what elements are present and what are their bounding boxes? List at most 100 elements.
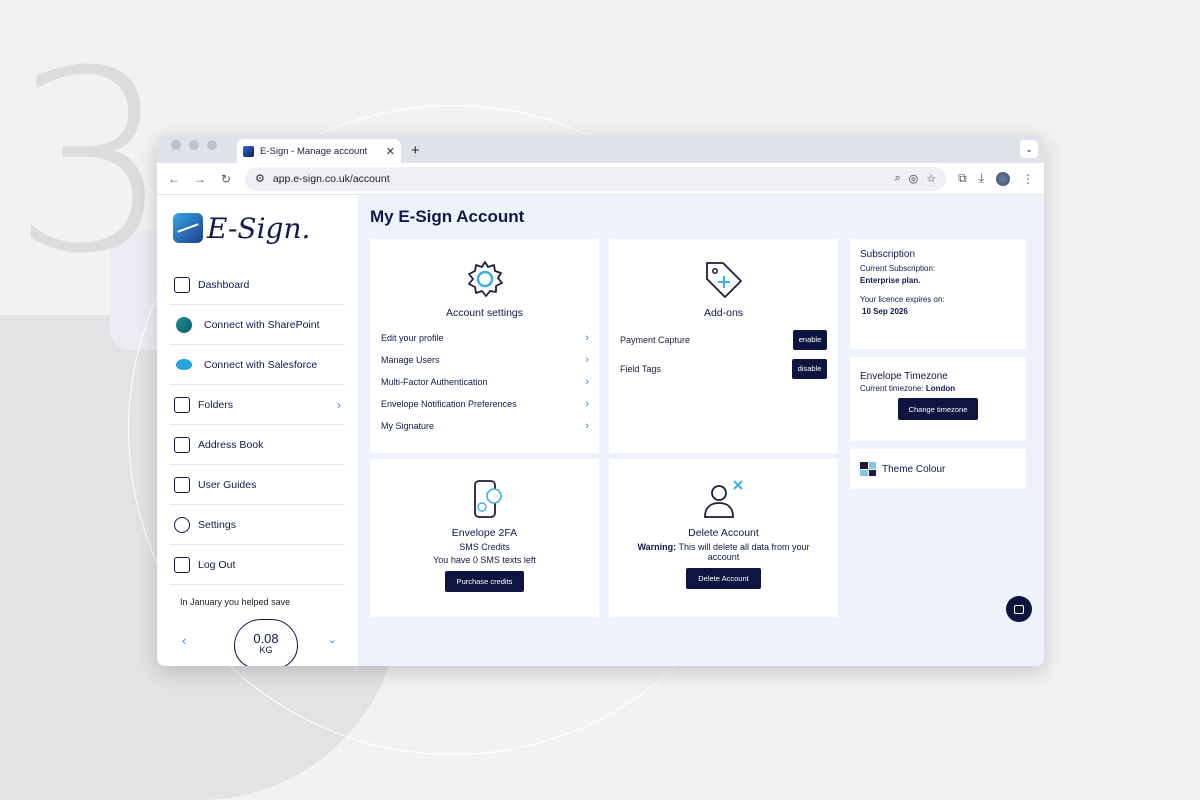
addons-title: Add-ons bbox=[703, 307, 744, 319]
sidebar-item-user-guides[interactable]: User Guides bbox=[170, 465, 345, 505]
sidebar-item-label: Connect with SharePoint bbox=[204, 318, 320, 331]
logo-text: E-Sign. bbox=[207, 211, 311, 245]
url-text[interactable]: app.e-sign.co.uk/account bbox=[273, 173, 887, 185]
chat-support-button[interactable] bbox=[1006, 596, 1032, 622]
carbon-widget: ‹ 0.08 KG ⌄ bbox=[170, 607, 345, 666]
app-page: E-Sign. Dashboard Connect with SharePoin… bbox=[157, 195, 1044, 666]
sms-credits-label: SMS Credits bbox=[459, 542, 510, 552]
download-icon[interactable]: ⤓ bbox=[979, 171, 984, 186]
enable-payment-capture-button[interactable]: enable bbox=[793, 329, 827, 350]
bookmark-star-icon[interactable]: ☆ bbox=[926, 172, 936, 185]
right-column: Subscription Current Subscription: Enter… bbox=[850, 239, 1026, 617]
change-timezone-button[interactable]: Change timezone bbox=[897, 398, 979, 420]
zoom-icon[interactable]: ⌕ bbox=[894, 172, 900, 185]
book-icon bbox=[174, 476, 190, 493]
left-column: Account settings Edit your profile › Man… bbox=[370, 239, 599, 617]
account-settings-card: Account settings Edit your profile › Man… bbox=[370, 239, 599, 453]
chevron-down-icon[interactable]: ⌄ bbox=[328, 633, 337, 646]
list-item-label: My Signature bbox=[381, 421, 435, 431]
dashboard-icon bbox=[174, 276, 190, 293]
sharepoint-icon bbox=[176, 316, 192, 333]
licence-expiry-date: 10 Sep 2026 bbox=[862, 307, 908, 316]
theme-colour-card[interactable]: Theme Colour bbox=[850, 449, 1026, 489]
maximize-window-button[interactable] bbox=[207, 139, 217, 150]
sidebar-item-label: Connect with Salesforce bbox=[204, 358, 318, 371]
tab-search-chevron-icon[interactable]: ⌄ bbox=[1020, 140, 1038, 158]
chevron-right-icon[interactable]: › bbox=[585, 420, 589, 432]
list-item[interactable]: My Signature › bbox=[381, 415, 589, 437]
account-grid: Account settings Edit your profile › Man… bbox=[370, 239, 1032, 617]
delete-account-button[interactable]: Delete Account bbox=[686, 568, 761, 589]
chevron-right-icon[interactable]: › bbox=[337, 398, 341, 412]
address-book-icon bbox=[174, 436, 190, 453]
browser-window: E-Sign - Manage account ✕ + ⌄ ← → ↻ ⚙ ap… bbox=[157, 135, 1044, 666]
back-arrow-icon[interactable]: ← bbox=[167, 172, 181, 186]
gear-icon bbox=[370, 239, 599, 301]
eye-off-icon[interactable]: ◎ bbox=[909, 172, 919, 185]
profile-avatar[interactable] bbox=[996, 171, 1010, 186]
chevron-right-icon[interactable]: › bbox=[585, 376, 589, 388]
minimize-window-button[interactable] bbox=[189, 139, 199, 150]
disable-field-tags-button[interactable]: disable bbox=[792, 358, 827, 379]
list-item[interactable]: Envelope Notification Preferences › bbox=[381, 393, 589, 415]
chevron-right-icon[interactable]: › bbox=[585, 354, 589, 366]
subscription-label: Current Subscription: bbox=[860, 264, 936, 273]
more-vert-icon[interactable]: ⋮ bbox=[1022, 172, 1034, 186]
sidebar-item-address-book[interactable]: Address Book bbox=[170, 425, 345, 465]
sidebar-item-dashboard[interactable]: Dashboard bbox=[170, 265, 345, 305]
new-tab-icon[interactable]: + bbox=[411, 142, 420, 159]
chevron-right-icon[interactable]: › bbox=[585, 398, 589, 410]
timezone-value: London bbox=[925, 384, 956, 393]
envelope-2fa-title: Envelope 2FA bbox=[451, 527, 518, 539]
url-field[interactable]: ⚙ app.e-sign.co.uk/account ⌕ ◎ ☆ bbox=[245, 166, 947, 191]
subscription-title: Subscription bbox=[860, 249, 916, 260]
close-tab-icon[interactable]: ✕ bbox=[386, 145, 395, 158]
list-item-label: Envelope Notification Preferences bbox=[381, 399, 517, 409]
cloud-icon: 0.08 KG bbox=[234, 619, 298, 666]
logout-icon bbox=[174, 556, 190, 573]
chevron-right-icon[interactable]: › bbox=[585, 332, 589, 344]
extensions-icon[interactable]: ⧉ bbox=[958, 171, 967, 186]
salesforce-icon bbox=[176, 359, 192, 370]
list-item: Payment Capture enable bbox=[609, 325, 838, 354]
esign-logo-icon bbox=[173, 213, 203, 243]
address-bar: ← → ↻ ⚙ app.e-sign.co.uk/account ⌕ ◎ ☆ ⧉… bbox=[157, 163, 1044, 195]
warning-text: This will delete all data from your acco… bbox=[678, 542, 810, 562]
reload-icon[interactable]: ↻ bbox=[219, 172, 233, 186]
sidebar-item-settings[interactable]: Settings bbox=[170, 505, 345, 545]
chevron-left-icon[interactable]: ‹ bbox=[182, 633, 186, 648]
sidebar-item-folders[interactable]: Folders › bbox=[170, 385, 345, 425]
purchase-credits-button[interactable]: Purchase credits bbox=[444, 571, 525, 592]
tab-bar: E-Sign - Manage account ✕ + ⌄ bbox=[157, 135, 1044, 163]
theme-colour-title: Theme Colour bbox=[882, 463, 946, 475]
sidebar-item-salesforce[interactable]: Connect with Salesforce bbox=[170, 345, 345, 385]
delete-account-card: Delete Account Warning: This will delete… bbox=[609, 459, 838, 617]
addon-label: Payment Capture bbox=[620, 334, 691, 345]
list-item[interactable]: Multi-Factor Authentication › bbox=[381, 371, 589, 393]
sms-credits-remaining: You have 0 SMS texts left bbox=[433, 555, 536, 565]
licence-expiry-label: Your licence expires on: bbox=[860, 295, 945, 304]
close-window-button[interactable] bbox=[171, 139, 181, 150]
esign-logo[interactable]: E-Sign. bbox=[170, 207, 345, 249]
sidebar-item-label: Dashboard bbox=[198, 278, 250, 291]
middle-column: Add-ons Payment Capture enable Field Tag… bbox=[609, 239, 838, 617]
site-settings-icon[interactable]: ⚙ bbox=[255, 172, 265, 185]
sidebar-item-sharepoint[interactable]: Connect with SharePoint bbox=[170, 305, 345, 345]
timezone-title: Envelope Timezone bbox=[860, 371, 948, 382]
sidebar: E-Sign. Dashboard Connect with SharePoin… bbox=[157, 195, 358, 666]
sidebar-item-logout[interactable]: Log Out bbox=[170, 545, 345, 585]
browser-tab[interactable]: E-Sign - Manage account ✕ bbox=[237, 139, 401, 163]
list-item[interactable]: Edit your profile › bbox=[381, 327, 589, 349]
warning-label: Warning: bbox=[637, 542, 677, 552]
addon-label: Field Tags bbox=[620, 363, 661, 374]
sidebar-item-label: User Guides bbox=[198, 478, 257, 491]
timezone-card: Envelope Timezone Current timezone: Lond… bbox=[850, 357, 1026, 441]
delete-account-title: Delete Account bbox=[688, 527, 759, 539]
list-item[interactable]: Manage Users › bbox=[381, 349, 589, 371]
sidebar-item-label: Address Book bbox=[198, 438, 264, 451]
forward-arrow-icon[interactable]: → bbox=[193, 172, 207, 186]
list-item-label: Multi-Factor Authentication bbox=[381, 377, 488, 387]
addons-list: Payment Capture enable Field Tags disabl… bbox=[609, 319, 838, 383]
palette-icon bbox=[860, 462, 876, 476]
envelope-2fa-card: Envelope 2FA SMS Credits You have 0 SMS … bbox=[370, 459, 599, 617]
